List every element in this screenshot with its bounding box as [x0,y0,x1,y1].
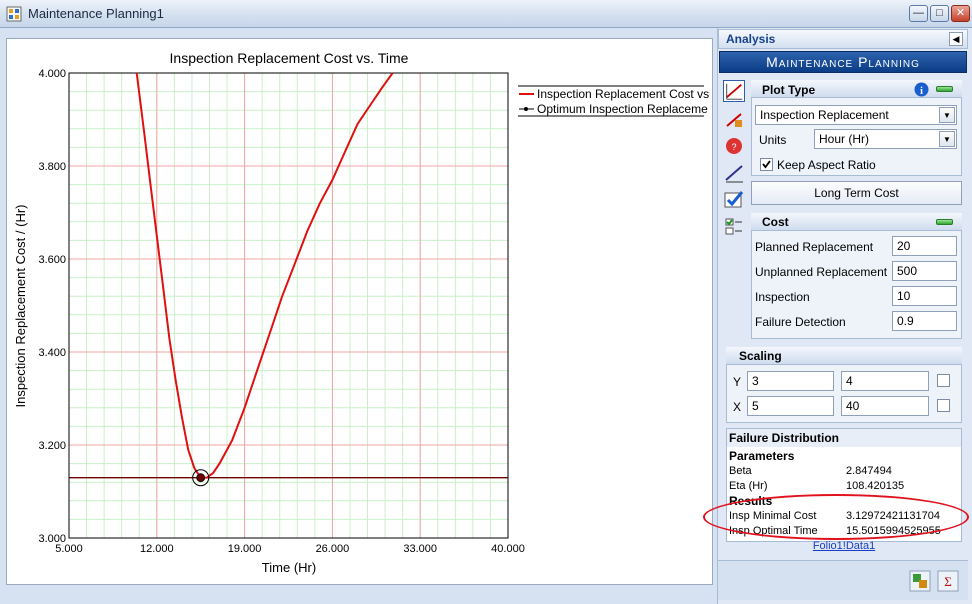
svg-text:Σ: Σ [944,574,952,589]
y-tick-label: 3.800 [38,161,66,173]
x-tick-label: 26.000 [316,543,350,555]
app-icon [6,6,22,22]
plot-type-title: Plot Type [762,83,816,97]
keep-aspect-checkbox[interactable] [760,158,773,171]
chart[interactable]: Inspection Replacement Cost vs. Time 5.0… [6,38,713,585]
cost-title: Cost [762,215,789,229]
x-scale-checkbox[interactable] [937,399,950,412]
planned-replacement-input[interactable]: 20 [892,236,957,256]
plot-type-select[interactable]: Inspection Replacement [755,105,957,125]
analysis-title: Analysis [726,32,776,46]
folio-link[interactable]: Folio1!Data1 [726,540,962,552]
legend-label-optimum: Optimum Inspection Replaceme [537,102,708,116]
y-scale-label: Y [733,375,742,389]
x-tick-label: 19.000 [228,543,262,555]
y-tick-label: 3.000 [38,533,66,545]
scaling-title: Scaling [739,349,782,363]
legend-label-cost: Inspection Replacement Cost vs [537,87,709,101]
y-tick-label: 3.600 [38,254,66,266]
plot-frame [68,72,509,539]
optimum-marker [196,473,206,483]
keep-aspect-label: Keep Aspect Ratio [777,158,876,172]
parameters-title: Parameters [729,449,795,463]
chart-title: Inspection Replacement Cost vs. Time [170,50,409,66]
transfer-icon[interactable] [909,570,931,592]
x-tick-label: 12.000 [140,543,174,555]
y-axis-label: Inspection Replacement Cost / (Hr) [13,204,28,407]
unplanned-replacement-input[interactable]: 500 [892,261,957,281]
y-scale-checkbox[interactable] [937,374,950,387]
inspection-plot-icon[interactable] [723,80,745,102]
minimize-button[interactable]: — [909,5,928,22]
inspection-label: Inspection [755,290,810,304]
x-max-input[interactable]: 40 [841,396,929,416]
graph-icon[interactable] [723,162,745,184]
beta-label: Beta [729,465,752,477]
x-tick-label: 33.000 [403,543,437,555]
highlight-ellipse [703,494,969,540]
expand-cost-icon[interactable] [936,219,953,225]
units-select[interactable]: Hour (Hr) [814,129,957,149]
inspection-input[interactable]: 10 [892,286,957,306]
chevron-down-icon[interactable]: ▼ [939,107,955,123]
y-max-input[interactable]: 4 [841,371,929,391]
legend-marker-optimum [524,107,528,111]
x-min-input[interactable]: 5 [747,396,834,416]
svg-text:i: i [920,86,923,97]
cost-plot-icon[interactable] [723,108,745,130]
chevron-down-icon[interactable]: ▼ [939,131,955,147]
planned-replacement-label: Planned Replacement [755,240,874,254]
expand-plot-type-icon[interactable] [936,86,953,92]
x-tick-label: 40.000 [491,543,525,555]
collapse-panel-button[interactable]: ◀ [949,32,963,46]
cost-curve [135,72,394,479]
eta-label: Eta (Hr) [729,480,768,492]
calculate-icon[interactable]: Σ [937,570,959,592]
unplanned-replacement-label: Unplanned Replacement [755,265,888,279]
eta-value: 108.420135 [846,480,905,492]
failure-distribution-title: Failure Distribution [729,431,840,445]
y-min-input[interactable]: 3 [747,371,834,391]
long-term-cost-button[interactable]: Long Term Cost [751,181,962,205]
y-tick-label: 3.400 [38,347,66,359]
calculator-icon[interactable]: ? [723,135,745,157]
y-tick-label: 4.000 [38,68,66,80]
close-button[interactable]: ✕ [951,5,970,22]
check-icon[interactable] [723,189,745,211]
window-title: Maintenance Planning1 [28,6,164,21]
beta-value: 2.847494 [846,465,892,477]
x-scale-label: X [733,400,742,414]
failure-detection-input[interactable]: 0.9 [892,311,957,331]
svg-text:?: ? [731,142,736,152]
x-axis-label: Time (Hr) [262,560,316,575]
maintenance-planning-title: Maintenance Planning [766,54,920,70]
info-icon[interactable]: i [914,82,929,97]
units-label: Units [759,133,787,147]
y-tick-label: 3.200 [38,440,66,452]
checklist-icon[interactable] [723,216,745,238]
failure-detection-label: Failure Detection [755,315,846,329]
maximize-button[interactable]: □ [930,5,949,22]
